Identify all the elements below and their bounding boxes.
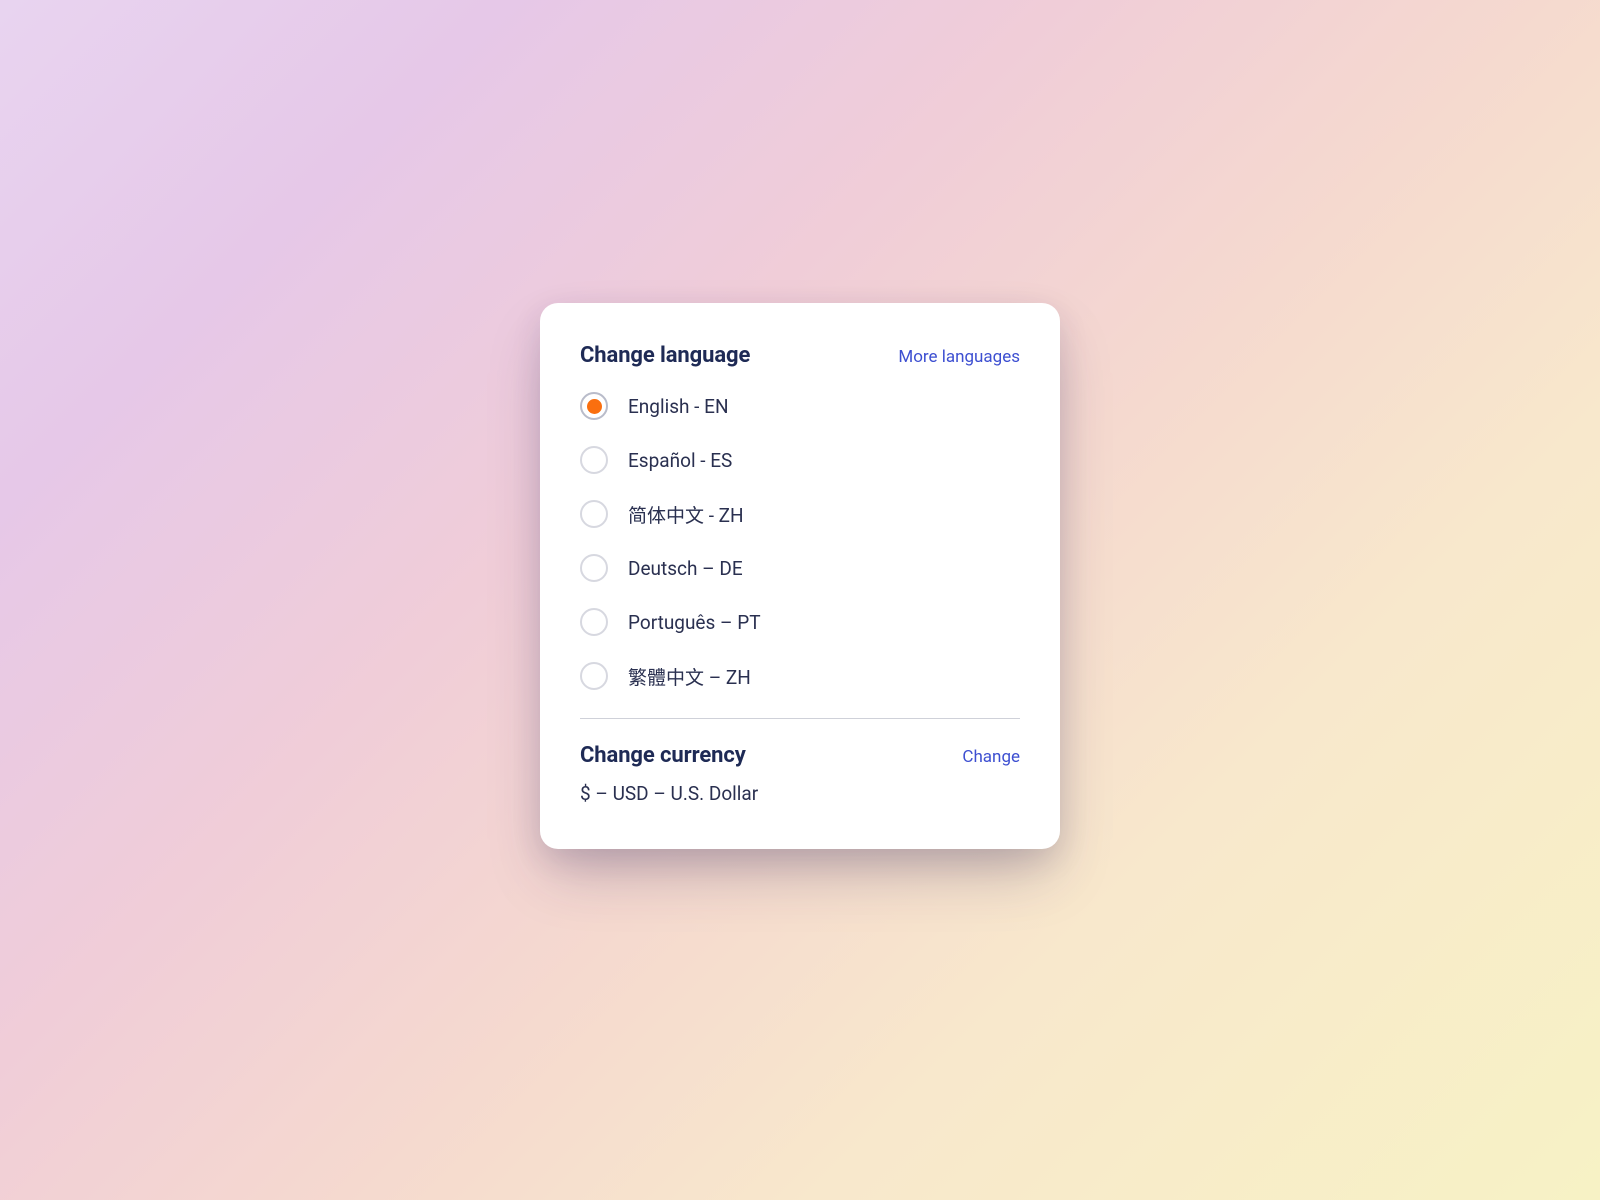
language-radio-list: English - EN Español - ES 简体中文 - ZH Deut… [580, 392, 1020, 690]
language-option-label: English - EN [628, 395, 729, 418]
radio-icon [580, 392, 608, 420]
settings-card: Change language More languages English -… [540, 303, 1060, 849]
language-option-deutsch[interactable]: Deutsch – DE [580, 554, 1020, 582]
language-option-portugues[interactable]: Português – PT [580, 608, 1020, 636]
language-option-zh-traditional[interactable]: 繁體中文 – ZH [580, 662, 1020, 690]
language-title: Change language [580, 343, 750, 368]
language-section: Change language More languages English -… [580, 343, 1020, 690]
language-option-espanol[interactable]: Español - ES [580, 446, 1020, 474]
radio-icon [580, 608, 608, 636]
currency-value: $ – USD – U.S. Dollar [580, 782, 1020, 805]
language-header: Change language More languages [580, 343, 1020, 368]
radio-icon [580, 500, 608, 528]
change-currency-link[interactable]: Change [962, 747, 1020, 767]
language-option-label: Deutsch – DE [628, 557, 743, 580]
language-option-label: 繁體中文 – ZH [628, 663, 751, 690]
more-languages-link[interactable]: More languages [898, 347, 1020, 367]
currency-title: Change currency [580, 743, 746, 768]
language-option-label: 简体中文 - ZH [628, 501, 744, 528]
language-option-label: Português – PT [628, 611, 761, 634]
section-divider [580, 718, 1020, 719]
currency-header: Change currency Change [580, 743, 1020, 768]
radio-icon [580, 446, 608, 474]
radio-icon [580, 662, 608, 690]
language-option-zh-simplified[interactable]: 简体中文 - ZH [580, 500, 1020, 528]
radio-icon [580, 554, 608, 582]
currency-section: Change currency Change $ – USD – U.S. Do… [580, 743, 1020, 805]
language-option-label: Español - ES [628, 449, 732, 472]
language-option-english[interactable]: English - EN [580, 392, 1020, 420]
